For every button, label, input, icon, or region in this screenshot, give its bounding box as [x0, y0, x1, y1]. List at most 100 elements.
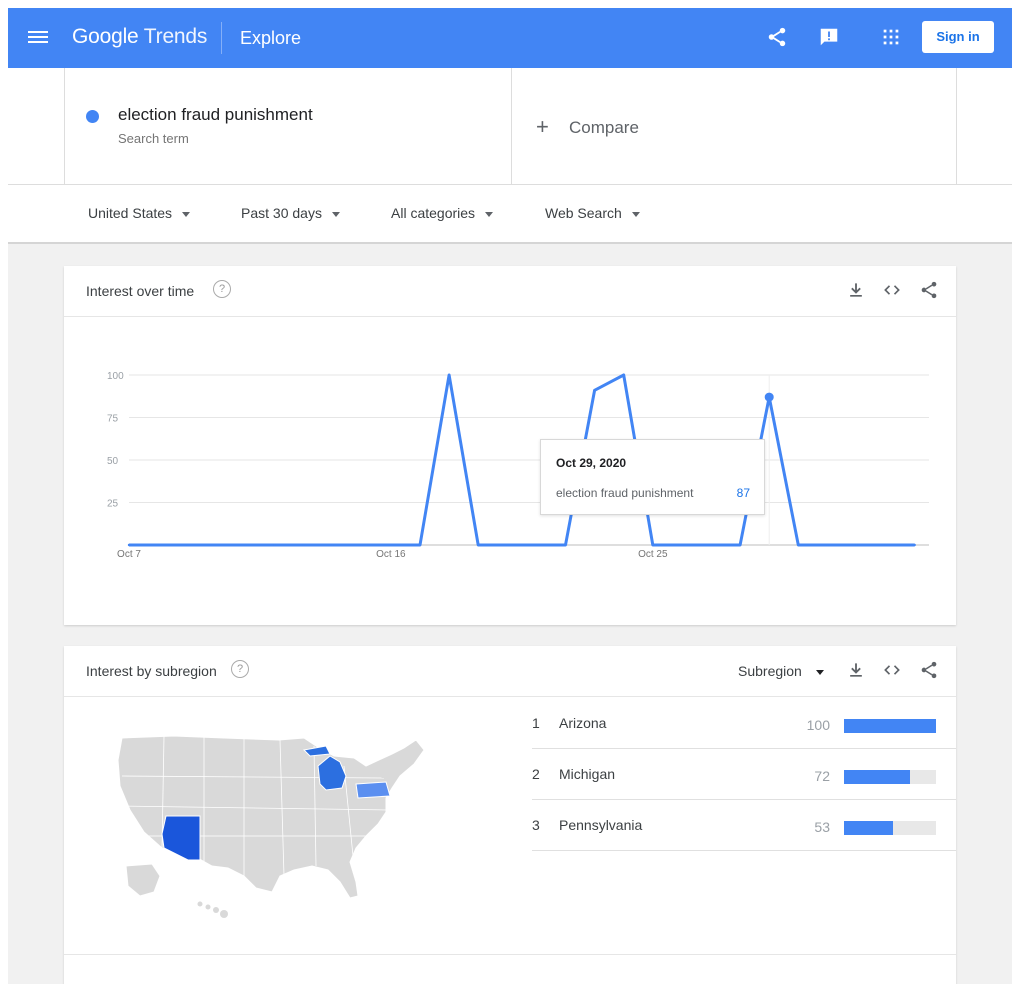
- data-point: [418, 543, 422, 547]
- page-title: Explore: [240, 28, 302, 48]
- apps-icon[interactable]: [880, 26, 902, 48]
- region-dropdown[interactable]: United States: [88, 205, 191, 221]
- rank-number: 2: [532, 766, 540, 782]
- x-tick-label: Oct 16: [376, 549, 406, 560]
- data-point: [186, 543, 189, 547]
- embed-code-icon[interactable]: [882, 660, 902, 680]
- region-name[interactable]: Michigan: [559, 766, 615, 782]
- chevron-down-icon: [182, 211, 191, 217]
- chevron-down-icon: [485, 211, 494, 217]
- interest-value: 72: [814, 768, 830, 784]
- y-tick-label: 50: [107, 456, 119, 467]
- card-title: Interest over time: [86, 283, 195, 299]
- highlight-point: [764, 392, 774, 402]
- search-type-label: Web Search: [545, 205, 622, 221]
- brand-trends-text: Trends: [143, 25, 208, 48]
- data-point: [680, 543, 684, 547]
- search-term-card[interactable]: election fraud punishment Search term: [64, 68, 512, 184]
- data-point: [244, 543, 247, 547]
- map-state-pennsylvania: [355, 781, 391, 799]
- compare-button[interactable]: + Compare: [510, 68, 957, 184]
- menu-icon[interactable]: [28, 28, 48, 48]
- ranking-row[interactable]: 3 Pennsylvania 53: [532, 799, 956, 851]
- data-point: [360, 543, 363, 547]
- chart-tooltip: Oct 29, 2020 election fraud punishment 8…: [540, 439, 765, 515]
- interest-over-time-card: Interest over time ? 25 50 75 100 Oct 7 Oct 1…: [64, 266, 956, 625]
- sign-in-button[interactable]: Sign in: [922, 21, 994, 53]
- add-icon: +: [536, 114, 549, 139]
- interest-value: 100: [806, 717, 830, 733]
- region-label: United States: [88, 205, 173, 221]
- chevron-down-icon: [815, 669, 824, 675]
- data-point: [273, 543, 276, 547]
- search-type-dropdown[interactable]: Web Search: [545, 205, 640, 221]
- resolution-dropdown[interactable]: Subregion: [738, 663, 824, 679]
- share-icon[interactable]: [919, 280, 939, 300]
- card-header: Interest by subregion ? Subregion: [64, 646, 956, 697]
- data-point: [302, 543, 305, 547]
- term-color-dot: [86, 110, 99, 123]
- data-point: [709, 543, 713, 547]
- map-hawaii: [197, 901, 228, 918]
- x-tick-label: Oct 25: [638, 549, 668, 560]
- download-icon[interactable]: [846, 660, 866, 680]
- data-point: [156, 543, 160, 547]
- share-icon[interactable]: [766, 26, 788, 48]
- card-divider: [64, 954, 956, 955]
- map-state-arizona: [161, 815, 201, 861]
- help-icon[interactable]: ?: [213, 280, 231, 298]
- download-icon[interactable]: [846, 280, 866, 300]
- x-tick-label: Oct 7: [117, 549, 141, 560]
- category-dropdown[interactable]: All categories: [391, 205, 494, 221]
- map-alaska: [125, 863, 161, 897]
- card-header: Interest over time ?: [64, 266, 956, 317]
- resolution-label: Subregion: [738, 663, 802, 679]
- region-name[interactable]: Pennsylvania: [559, 817, 642, 833]
- data-point: [564, 543, 567, 547]
- filter-bar: United States Past 30 days All categorie…: [8, 185, 1012, 244]
- embed-code-icon[interactable]: [882, 280, 902, 300]
- ranking-row[interactable]: 1 Arizona 100: [532, 697, 956, 749]
- interest-by-subregion-card: Interest by subregion ? Subregion 1 Ariz…: [64, 646, 956, 984]
- share-icon[interactable]: [919, 660, 939, 680]
- data-point: [477, 543, 480, 547]
- feedback-icon[interactable]: [818, 26, 840, 48]
- chevron-down-icon: [331, 211, 340, 217]
- data-point: [651, 543, 654, 547]
- us-map[interactable]: [104, 726, 444, 926]
- search-term-text[interactable]: election fraud punishment: [118, 105, 313, 125]
- header-divider: [221, 22, 222, 54]
- data-point: [826, 543, 829, 547]
- category-label: All categories: [391, 205, 476, 221]
- interest-over-time-chart[interactable]: 25 50 75 100 Oct 7 Oct 16 Oct 25 Oct 29, 2020 …: [64, 317, 956, 627]
- data-point: [331, 543, 334, 547]
- chevron-down-icon: [631, 211, 640, 217]
- data-point: [622, 373, 625, 377]
- interest-bar-track: [844, 719, 936, 733]
- brand-logo[interactable]: Google Trends: [72, 25, 207, 49]
- data-point: [127, 543, 131, 547]
- y-tick-label: 100: [107, 371, 124, 382]
- ranking-row[interactable]: 2 Michigan 72: [532, 748, 956, 800]
- card-title: Interest by subregion: [86, 663, 217, 679]
- data-point: [535, 543, 538, 547]
- help-icon[interactable]: ?: [231, 660, 249, 678]
- data-point: [215, 543, 218, 547]
- data-point: [447, 373, 451, 377]
- data-point: [797, 543, 800, 547]
- y-tick-label: 75: [107, 414, 119, 425]
- data-point: [884, 543, 887, 547]
- search-terms-bar: election fraud punishment Search term + …: [8, 68, 1012, 185]
- line-chart[interactable]: 25 50 75 100 Oct 7 Oct 16 Oct 25: [64, 317, 956, 627]
- time-range-label: Past 30 days: [241, 205, 322, 221]
- search-term-sublabel: Search term: [118, 131, 189, 146]
- time-range-dropdown[interactable]: Past 30 days: [241, 205, 340, 221]
- brand-google-text: Google: [72, 25, 139, 48]
- interest-bar-track: [844, 770, 936, 784]
- region-name[interactable]: Arizona: [559, 715, 606, 731]
- tooltip-date: Oct 29, 2020: [556, 456, 627, 470]
- compare-label: Compare: [569, 118, 639, 137]
- interest-value: 53: [814, 819, 830, 835]
- data-point: [855, 543, 858, 547]
- interest-bar-fill: [844, 719, 936, 733]
